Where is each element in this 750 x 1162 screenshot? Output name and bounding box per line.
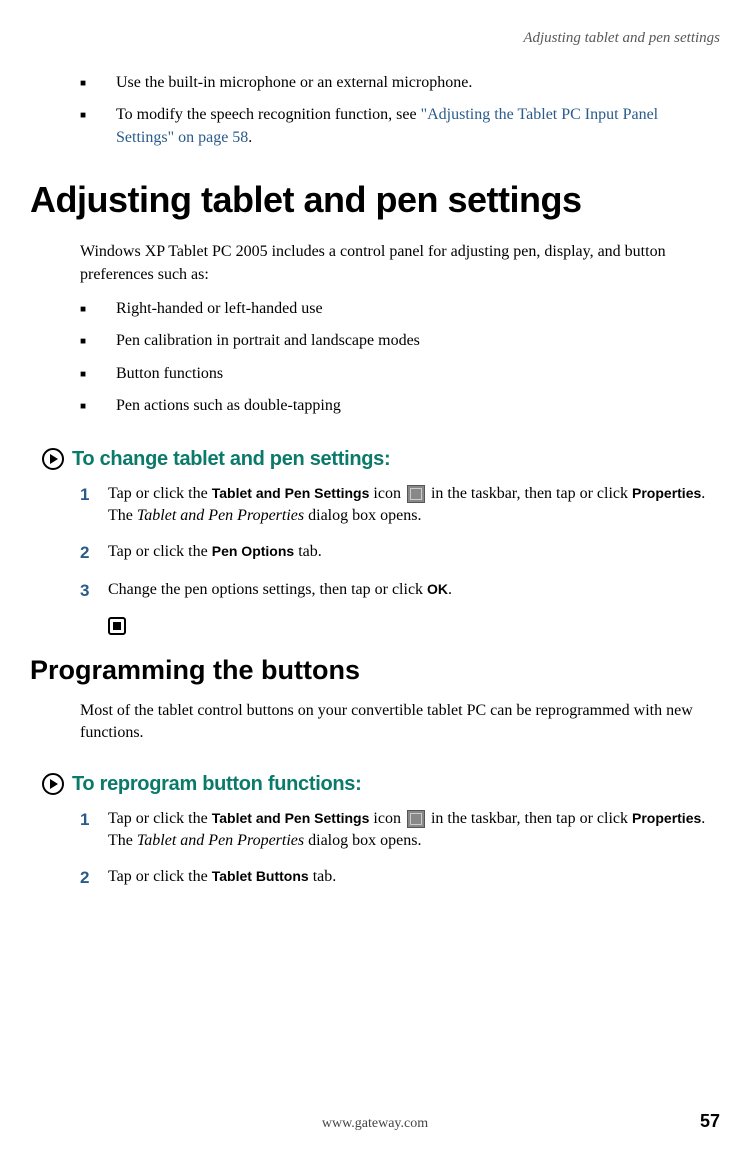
- section-heading: Adjusting tablet and pen settings: [30, 179, 720, 221]
- step-text: Tap or click the Tablet Buttons tab.: [108, 866, 720, 890]
- text: Change the pen options settings, then ta…: [108, 581, 427, 598]
- bullet-text: Pen actions such as double-tapping: [116, 395, 720, 417]
- procedure-title: To change tablet and pen settings:: [72, 448, 390, 471]
- step-number: 2: [80, 866, 108, 890]
- procedure-title: To reprogram button functions:: [72, 773, 362, 796]
- list-item: ■ Use the built-in microphone or an exte…: [80, 72, 720, 94]
- procedure-heading: To reprogram button functions:: [42, 773, 720, 796]
- text: dialog box opens.: [304, 507, 421, 524]
- step-text: Change the pen options settings, then ta…: [108, 579, 720, 603]
- bullet-text: Right-handed or left-handed use: [116, 298, 720, 320]
- bullet-text: Use the built-in microphone or an extern…: [116, 72, 720, 94]
- step-item: 1 Tap or click the Tablet and Pen Settin…: [80, 483, 720, 528]
- bullet-icon: ■: [80, 363, 116, 385]
- bullet-text-pre: To modify the speech recognition functio…: [116, 106, 421, 123]
- bullet-text: To modify the speech recognition functio…: [116, 104, 720, 149]
- stop-icon: [108, 617, 126, 635]
- text: tab.: [294, 543, 322, 560]
- dialog-name: Tablet and Pen Properties: [137, 507, 304, 524]
- list-item: ■ Pen calibration in portrait and landsc…: [80, 330, 720, 352]
- bullet-icon: ■: [80, 330, 116, 352]
- text: icon: [369, 810, 405, 827]
- text: in the taskbar, then tap or click: [427, 810, 632, 827]
- text: dialog box opens.: [304, 832, 421, 849]
- play-icon: [42, 773, 64, 795]
- running-head: Adjusting tablet and pen settings: [30, 30, 720, 47]
- ui-label: Properties: [632, 810, 701, 826]
- bullet-text: Pen calibration in portrait and landscap…: [116, 330, 720, 352]
- list-item: ■ Right-handed or left-handed use: [80, 298, 720, 320]
- bullet-icon: ■: [80, 104, 116, 149]
- bullet-icon: ■: [80, 395, 116, 417]
- ui-label: OK: [427, 581, 448, 597]
- footer-url: www.gateway.com: [322, 1116, 428, 1132]
- bullet-icon: ■: [80, 298, 116, 320]
- ui-label: Tablet and Pen Settings: [212, 485, 370, 501]
- text: Tap or click the: [108, 543, 212, 560]
- step-number: 3: [80, 579, 108, 603]
- step-text: Tap or click the Pen Options tab.: [108, 541, 720, 565]
- step-number: 1: [80, 808, 108, 853]
- step-number: 2: [80, 541, 108, 565]
- body-paragraph: Windows XP Tablet PC 2005 includes a con…: [80, 241, 720, 286]
- text: tab.: [309, 868, 337, 885]
- tablet-pen-settings-icon: [407, 485, 425, 503]
- intro-bullet-list: ■ Use the built-in microphone or an exte…: [80, 72, 720, 149]
- page-number: 57: [700, 1111, 720, 1132]
- step-item: 1 Tap or click the Tablet and Pen Settin…: [80, 808, 720, 853]
- bullet-icon: ■: [80, 72, 116, 94]
- bullet-text-suffix: .: [248, 129, 252, 146]
- list-item: ■ Button functions: [80, 363, 720, 385]
- ui-label: Properties: [632, 485, 701, 501]
- step-number: 1: [80, 483, 108, 528]
- list-item: ■ To modify the speech recognition funct…: [80, 104, 720, 149]
- text: Tap or click the: [108, 810, 212, 827]
- text: icon: [369, 485, 405, 502]
- procedure-heading: To change tablet and pen settings:: [42, 448, 720, 471]
- ui-label: Tablet Buttons: [212, 868, 309, 884]
- step-item: 2 Tap or click the Tablet Buttons tab.: [80, 866, 720, 890]
- bullet-text: Button functions: [116, 363, 720, 385]
- text: .: [448, 581, 452, 598]
- text: Tap or click the: [108, 868, 212, 885]
- step-text: Tap or click the Tablet and Pen Settings…: [108, 808, 720, 853]
- dialog-name: Tablet and Pen Properties: [137, 832, 304, 849]
- tablet-pen-settings-icon: [407, 810, 425, 828]
- play-icon: [42, 448, 64, 470]
- step-text: Tap or click the Tablet and Pen Settings…: [108, 483, 720, 528]
- text: Tap or click the: [108, 485, 212, 502]
- procedure-steps: 1 Tap or click the Tablet and Pen Settin…: [80, 808, 720, 891]
- list-item: ■ Pen actions such as double-tapping: [80, 395, 720, 417]
- step-item: 2 Tap or click the Pen Options tab.: [80, 541, 720, 565]
- step-item: 3 Change the pen options settings, then …: [80, 579, 720, 603]
- subsection-heading: Programming the buttons: [30, 655, 720, 686]
- ui-label: Pen Options: [212, 543, 294, 559]
- page-footer: www.gateway.com 57: [30, 1111, 720, 1132]
- body-paragraph: Most of the tablet control buttons on yo…: [80, 700, 720, 745]
- procedure-steps: 1 Tap or click the Tablet and Pen Settin…: [80, 483, 720, 603]
- text: in the taskbar, then tap or click: [427, 485, 632, 502]
- ui-label: Tablet and Pen Settings: [212, 810, 370, 826]
- preferences-bullet-list: ■ Right-handed or left-handed use ■ Pen …: [80, 298, 720, 418]
